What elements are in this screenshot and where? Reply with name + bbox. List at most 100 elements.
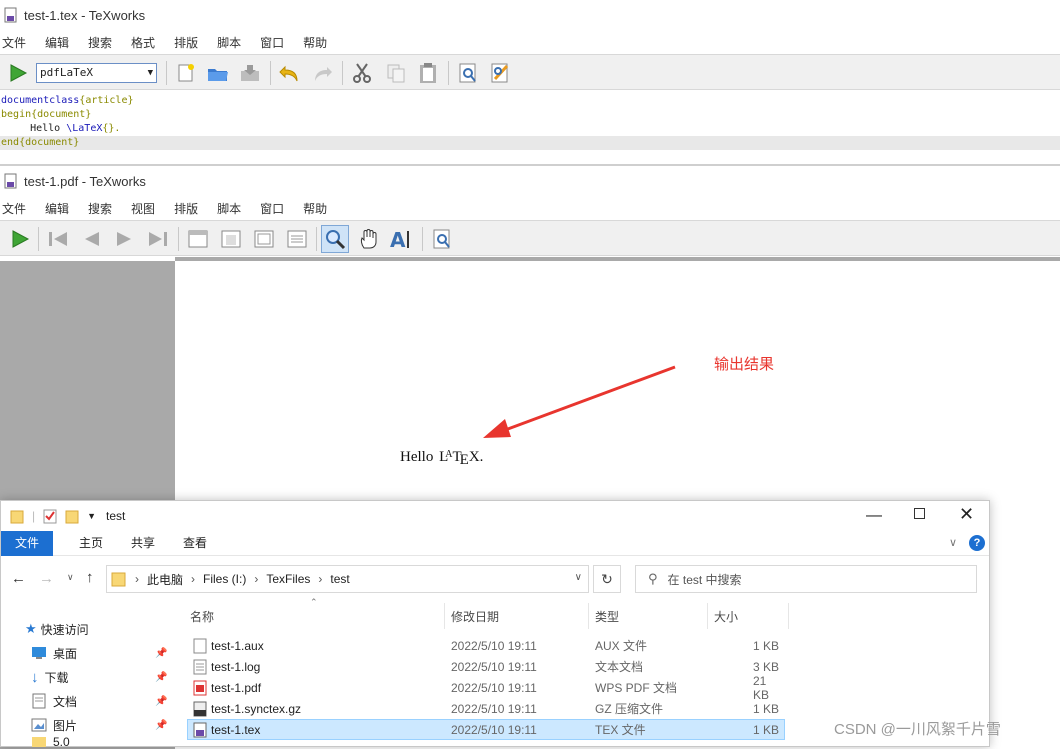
breadcrumb-texfiles[interactable]: TexFiles: [266, 572, 310, 586]
properties-icon[interactable]: [43, 508, 57, 524]
nav-quick-access[interactable]: ★ 快速访问: [25, 619, 89, 639]
menu-edit[interactable]: 编辑: [43, 34, 71, 51]
menu-format[interactable]: 格式: [129, 34, 157, 51]
help-icon[interactable]: ?: [969, 535, 985, 551]
forward-arrow-icon[interactable]: →: [39, 570, 54, 587]
menu-window[interactable]: 窗口: [258, 200, 286, 217]
up-arrow-icon[interactable]: ↑: [86, 569, 94, 586]
annotation-label: 输出结果: [714, 356, 775, 373]
typeset-button[interactable]: [4, 59, 32, 87]
pdf-toolbar: A: [0, 220, 1060, 256]
fit-window-button[interactable]: [283, 225, 311, 253]
menu-file[interactable]: 文件: [0, 200, 28, 217]
close-button[interactable]: ✕: [959, 504, 974, 525]
menu-search[interactable]: 搜索: [86, 200, 114, 217]
ribbon-tab-file[interactable]: 文件: [1, 530, 54, 556]
fit-page-button[interactable]: [250, 225, 278, 253]
cut-button[interactable]: [348, 59, 376, 87]
nav-pictures[interactable]: 图片 📌: [31, 715, 167, 735]
chevron-down-icon[interactable]: ∨: [949, 536, 957, 549]
chevron-down-icon: ▼: [147, 68, 153, 78]
pin-icon[interactable]: 📌: [155, 648, 167, 659]
menu-typeset[interactable]: 排版: [172, 34, 200, 51]
code-editor[interactable]: \documentclass{article} \begin{document}…: [0, 94, 1060, 150]
nav-downloads[interactable]: ↓ 下载 📌: [31, 667, 167, 687]
redo-button[interactable]: [308, 59, 336, 87]
open-button[interactable]: [204, 59, 232, 87]
menu-scripts[interactable]: 脚本: [215, 34, 243, 51]
redo-icon: [315, 67, 332, 81]
pin-icon[interactable]: 📌: [155, 672, 167, 683]
prev-page-button[interactable]: [78, 225, 106, 253]
replace-button[interactable]: [486, 59, 514, 87]
magnifier-icon: [326, 230, 346, 250]
new-button[interactable]: [172, 59, 200, 87]
nav-desktop[interactable]: 桌面 📌: [31, 643, 167, 663]
undo-button[interactable]: [276, 59, 304, 87]
explorer-title: test: [106, 509, 126, 523]
editor-titlebar: test-1.tex - TeXworks: [0, 0, 1060, 30]
menu-help[interactable]: 帮助: [301, 200, 329, 217]
minimize-button[interactable]: —: [866, 507, 882, 525]
prev-page-icon: [85, 232, 99, 246]
menu-view[interactable]: 视图: [129, 200, 157, 217]
menu-search[interactable]: 搜索: [86, 34, 114, 51]
copy-button[interactable]: [382, 59, 410, 87]
paste-icon: [420, 63, 436, 83]
breadcrumb-test[interactable]: test: [330, 572, 349, 586]
annotation-arrow: [483, 365, 676, 438]
pdf-find-button[interactable]: [428, 225, 456, 253]
fit-width-button[interactable]: [217, 225, 245, 253]
paste-button[interactable]: [414, 59, 442, 87]
first-page-button[interactable]: [44, 225, 72, 253]
column-type[interactable]: 类型: [595, 605, 619, 627]
engine-select[interactable]: pdfLaTeX ▼: [36, 63, 157, 83]
last-page-button[interactable]: [144, 225, 172, 253]
refresh-button[interactable]: ↻: [593, 565, 621, 593]
typeset-button[interactable]: [6, 225, 34, 253]
file-row-selected[interactable]: test-1.tex 2022/5/10 19:11 TEX 文件 1 KB: [187, 719, 785, 740]
pin-icon[interactable]: 📌: [155, 720, 167, 731]
breadcrumb-this-pc[interactable]: 此电脑: [147, 571, 183, 588]
desktop-icon: [32, 647, 46, 659]
pin-icon[interactable]: 📌: [155, 696, 167, 707]
ribbon-tab-view[interactable]: 查看: [169, 531, 221, 556]
address-dropdown-icon[interactable]: ∨: [575, 572, 582, 583]
open-folder-icon: [208, 69, 228, 81]
menu-scripts[interactable]: 脚本: [215, 200, 243, 217]
menu-help[interactable]: 帮助: [301, 34, 329, 51]
download-arrow-icon: ↓: [31, 668, 39, 686]
menu-typeset[interactable]: 排版: [172, 200, 200, 217]
breadcrumb-drive[interactable]: Files (I:): [203, 572, 246, 586]
magnify-tool-button[interactable]: [321, 225, 349, 253]
column-size[interactable]: 大小: [714, 605, 738, 627]
ribbon-tab-share[interactable]: 共享: [117, 531, 169, 556]
ribbon-tab-home[interactable]: 主页: [65, 531, 117, 556]
column-name[interactable]: 名称: [190, 605, 214, 627]
file-row[interactable]: test-1.synctex.gz 2022/5/10 19:11 GZ 压缩文…: [187, 698, 785, 719]
nav-folder-5[interactable]: 5.0: [31, 737, 70, 747]
actual-size-button[interactable]: [184, 225, 212, 253]
recent-dropdown-icon[interactable]: ∨: [67, 572, 74, 583]
menu-file[interactable]: 文件: [0, 34, 28, 51]
file-row[interactable]: test-1.log 2022/5/10 19:11 文本文档 3 KB: [187, 656, 785, 677]
scroll-tool-button[interactable]: [355, 225, 383, 253]
nav-documents[interactable]: 文档 📌: [31, 691, 167, 711]
select-text-button[interactable]: A: [388, 225, 416, 253]
column-date[interactable]: 修改日期: [451, 605, 499, 627]
new-folder-icon[interactable]: [65, 508, 81, 524]
search-box[interactable]: ⚲ 在 test 中搜索: [635, 565, 977, 593]
text-file-icon: [193, 659, 207, 674]
menu-window[interactable]: 窗口: [258, 34, 286, 51]
quick-access-dropdown-icon[interactable]: ▼: [87, 511, 96, 521]
save-button[interactable]: [236, 59, 264, 87]
address-bar[interactable]: › 此电脑 › Files (I:) › TexFiles › test ∨: [106, 565, 589, 593]
texworks-icon: [4, 173, 18, 189]
file-row[interactable]: test-1.pdf 2022/5/10 19:11 WPS PDF 文档 21…: [187, 674, 785, 702]
maximize-button[interactable]: [914, 508, 925, 519]
next-page-button[interactable]: [110, 225, 138, 253]
find-button[interactable]: [454, 59, 482, 87]
back-arrow-icon[interactable]: ←: [11, 570, 26, 587]
file-row[interactable]: test-1.aux 2022/5/10 19:11 AUX 文件 1 KB: [187, 635, 785, 656]
menu-edit[interactable]: 编辑: [43, 200, 71, 217]
